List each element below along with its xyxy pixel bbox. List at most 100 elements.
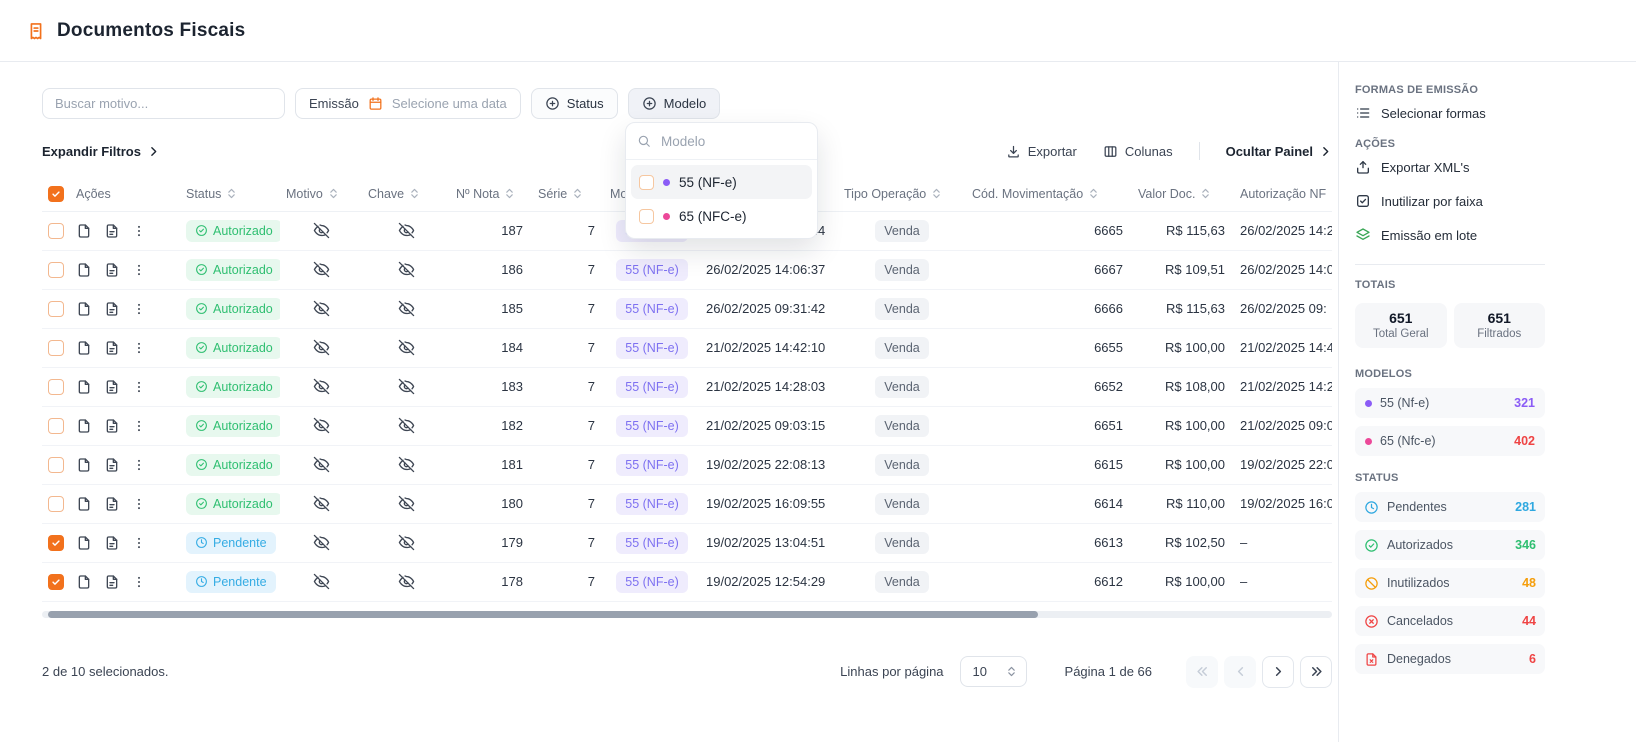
eye-off-icon[interactable] <box>398 261 415 278</box>
row-checkbox[interactable] <box>48 418 64 434</box>
panel-action-item[interactable]: Exportar XML's <box>1355 150 1545 184</box>
eye-off-icon[interactable] <box>313 573 330 590</box>
row-checkbox[interactable] <box>48 535 64 551</box>
sort-icon[interactable] <box>1087 187 1100 200</box>
date-placeholder: Selecione uma data <box>392 96 507 111</box>
eye-off-icon[interactable] <box>313 495 330 512</box>
document-xml-icon[interactable] <box>104 418 120 434</box>
document-file-icon[interactable] <box>76 496 92 512</box>
sort-icon[interactable] <box>408 187 421 200</box>
last-page-button[interactable] <box>1300 656 1332 688</box>
row-menu-icon[interactable] <box>132 574 146 590</box>
modelo-search-input[interactable] <box>659 133 789 150</box>
document-xml-icon[interactable] <box>104 262 120 278</box>
row-menu-icon[interactable] <box>132 379 146 395</box>
row-menu-icon[interactable] <box>132 223 146 239</box>
document-file-icon[interactable] <box>76 457 92 473</box>
option-checkbox[interactable] <box>639 175 654 190</box>
emission-date-filter[interactable]: Emissão Selecione uma data <box>295 88 521 119</box>
row-menu-icon[interactable] <box>132 496 146 512</box>
row-checkbox[interactable] <box>48 496 64 512</box>
row-menu-icon[interactable] <box>132 301 146 317</box>
document-file-icon[interactable] <box>76 262 92 278</box>
eye-off-icon[interactable] <box>398 417 415 434</box>
row-checkbox[interactable] <box>48 262 64 278</box>
row-menu-icon[interactable] <box>132 535 146 551</box>
document-xml-icon[interactable] <box>104 301 120 317</box>
eye-off-icon[interactable] <box>313 534 330 551</box>
sort-icon[interactable] <box>1199 187 1212 200</box>
next-page-button[interactable] <box>1262 656 1294 688</box>
row-checkbox[interactable] <box>48 223 64 239</box>
serie-cell: 7 <box>532 289 604 328</box>
horizontal-scrollbar[interactable] <box>42 611 1332 618</box>
row-menu-icon[interactable] <box>132 340 146 356</box>
document-xml-icon[interactable] <box>104 574 120 590</box>
eye-off-icon[interactable] <box>313 261 330 278</box>
document-file-icon[interactable] <box>76 574 92 590</box>
eye-off-icon[interactable] <box>398 573 415 590</box>
option-checkbox[interactable] <box>639 209 654 224</box>
document-xml-icon[interactable] <box>104 223 120 239</box>
eye-off-icon[interactable] <box>313 222 330 239</box>
row-menu-icon[interactable] <box>132 262 146 278</box>
eye-off-icon[interactable] <box>398 534 415 551</box>
sort-icon[interactable] <box>503 187 516 200</box>
eye-off-icon[interactable] <box>398 495 415 512</box>
document-file-icon[interactable] <box>76 340 92 356</box>
document-file-icon[interactable] <box>76 379 92 395</box>
sort-icon[interactable] <box>1330 187 1332 200</box>
eye-off-icon[interactable] <box>398 339 415 356</box>
expand-filters-link[interactable]: Expandir Filtros <box>42 144 160 159</box>
eye-off-icon[interactable] <box>398 378 415 395</box>
eye-off-icon[interactable] <box>398 456 415 473</box>
status-filter-button[interactable]: Status <box>531 88 618 119</box>
eye-off-icon[interactable] <box>313 417 330 434</box>
sort-icon[interactable] <box>571 187 584 200</box>
row-checkbox[interactable] <box>48 301 64 317</box>
eye-off-icon[interactable] <box>398 300 415 317</box>
document-xml-icon[interactable] <box>104 457 120 473</box>
sort-icon[interactable] <box>225 187 238 200</box>
eye-off-icon[interactable] <box>313 378 330 395</box>
selection-count: 2 de 10 selecionados. <box>42 664 168 679</box>
select-all-checkbox[interactable] <box>48 186 64 202</box>
export-button[interactable]: Exportar <box>1006 144 1077 159</box>
eye-off-icon[interactable] <box>398 222 415 239</box>
scrollbar-thumb[interactable] <box>48 611 1038 618</box>
autorizacao-nf-cell: 21/02/2025 09:0 <box>1234 406 1332 445</box>
eye-off-icon[interactable] <box>313 300 330 317</box>
modelo-option[interactable]: 55 (NF-e) <box>631 165 812 199</box>
row-checkbox[interactable] <box>48 340 64 356</box>
row-checkbox[interactable] <box>48 379 64 395</box>
row-checkbox[interactable] <box>48 574 64 590</box>
table-row: Autorizado180755 (NF-e)19/02/2025 16:09:… <box>42 484 1332 523</box>
hide-panel-button[interactable]: Ocultar Painel <box>1226 144 1332 159</box>
document-file-icon[interactable] <box>76 418 92 434</box>
autorizacao-nf-cell: – <box>1234 562 1332 601</box>
document-xml-icon[interactable] <box>104 496 120 512</box>
panel-action-item[interactable]: Selecionar formas <box>1355 96 1545 130</box>
modelo-option[interactable]: 65 (NFC-e) <box>631 199 812 233</box>
search-input[interactable] <box>42 88 285 119</box>
document-xml-icon[interactable] <box>104 535 120 551</box>
document-file-icon[interactable] <box>76 301 92 317</box>
row-menu-icon[interactable] <box>132 457 146 473</box>
document-xml-icon[interactable] <box>104 379 120 395</box>
clock-icon <box>195 575 208 588</box>
sort-icon[interactable] <box>930 187 943 200</box>
eye-off-icon[interactable] <box>313 339 330 356</box>
rows-per-page-select[interactable]: 10 <box>960 656 1027 687</box>
row-menu-icon[interactable] <box>132 418 146 434</box>
document-file-icon[interactable] <box>76 535 92 551</box>
sort-icon[interactable] <box>327 187 340 200</box>
document-file-icon[interactable] <box>76 223 92 239</box>
modelo-filter-button[interactable]: Modelo <box>628 88 721 119</box>
document-xml-icon[interactable] <box>104 340 120 356</box>
eye-off-icon[interactable] <box>313 456 330 473</box>
panel-action-item[interactable]: Inutilizar por faixa <box>1355 184 1545 218</box>
panel-action-item[interactable]: Emissão em lote <box>1355 218 1545 252</box>
row-checkbox[interactable] <box>48 457 64 473</box>
table-row: Autorizado183755 (NF-e)21/02/2025 14:28:… <box>42 367 1332 406</box>
columns-button[interactable]: Colunas <box>1103 144 1173 159</box>
